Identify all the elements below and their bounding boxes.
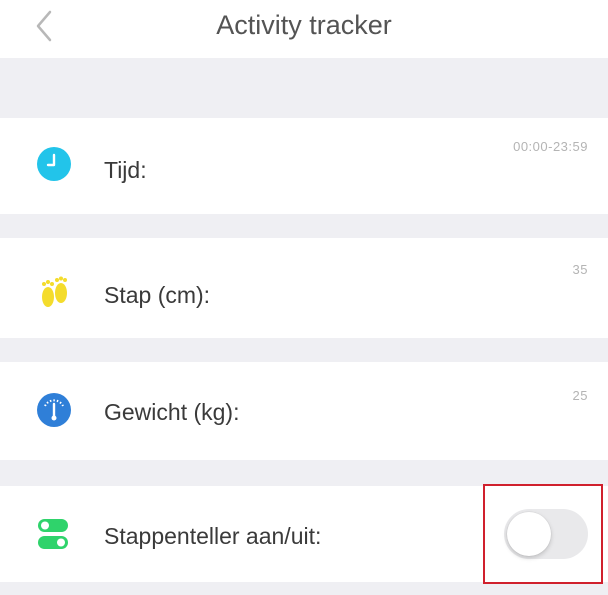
nav-header: Activity tracker [0,0,608,58]
section-separator [0,338,608,362]
setting-row-step[interactable]: Stap (cm): 35 [0,238,608,338]
section-separator [0,460,608,486]
highlight-annotation-box [483,484,603,584]
scale-icon [36,392,72,428]
setting-label: Gewicht (kg): [104,399,240,425]
setting-value: 25 [572,388,588,403]
section-separator [0,214,608,238]
setting-label: Stap (cm): [104,282,211,308]
footprints-icon [36,276,72,312]
toggle-switch-icon [36,516,72,552]
setting-row-time[interactable]: Tijd: 00:00-23:59 [0,118,608,214]
setting-label: Stappenteller aan/uit: [104,523,322,549]
page-title: Activity tracker [216,10,392,40]
setting-row-weight[interactable]: Gewicht (kg): 25 [0,362,608,460]
section-separator [0,58,608,118]
clock-icon [36,146,72,182]
setting-label: Tijd: [104,157,147,183]
setting-value: 35 [572,262,588,277]
setting-value: 00:00-23:59 [513,139,588,154]
